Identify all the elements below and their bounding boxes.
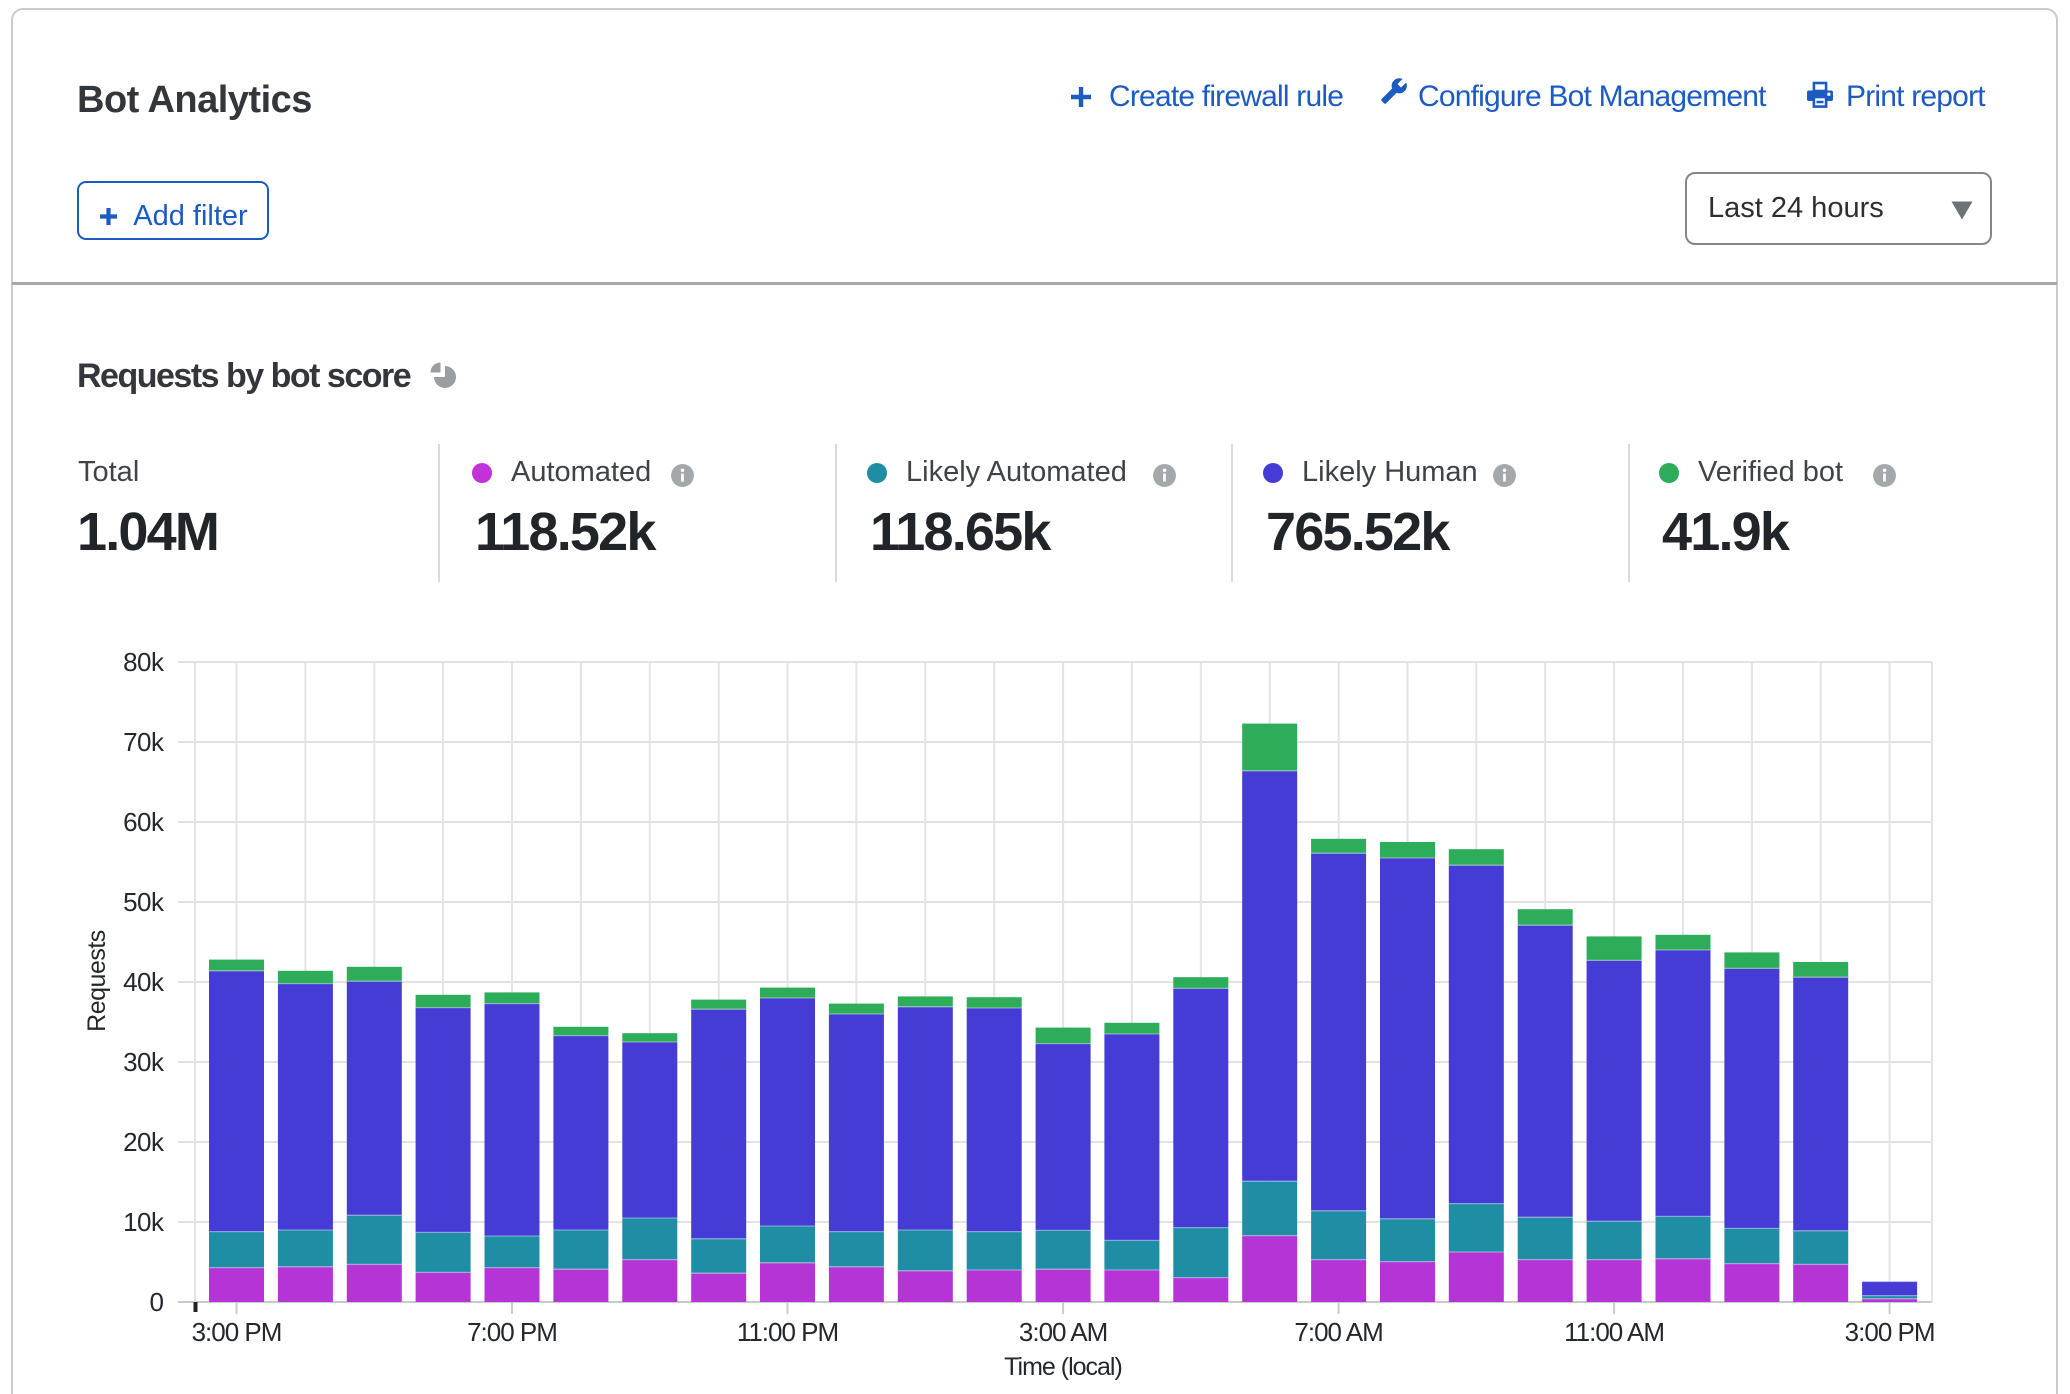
svg-text:11:00 PM: 11:00 PM — [737, 1317, 838, 1347]
svg-text:Time (local): Time (local) — [1004, 1353, 1122, 1381]
svg-text:7:00 PM: 7:00 PM — [467, 1317, 557, 1347]
svg-text:20k: 20k — [123, 1127, 165, 1157]
svg-text:3:00 AM: 3:00 AM — [1019, 1317, 1107, 1347]
svg-text:3:00 PM: 3:00 PM — [192, 1317, 282, 1347]
svg-text:Requests: Requests — [83, 930, 111, 1032]
svg-text:70k: 70k — [123, 727, 165, 757]
svg-text:11:00 AM: 11:00 AM — [1564, 1317, 1664, 1347]
svg-text:50k: 50k — [123, 887, 165, 917]
svg-text:80k: 80k — [123, 647, 165, 677]
svg-text:0: 0 — [150, 1287, 164, 1317]
svg-text:3:00 PM: 3:00 PM — [1845, 1317, 1935, 1347]
svg-text:30k: 30k — [123, 1047, 165, 1077]
svg-text:40k: 40k — [123, 967, 165, 997]
svg-text:7:00 AM: 7:00 AM — [1294, 1317, 1382, 1347]
svg-text:60k: 60k — [123, 807, 165, 837]
svg-text:10k: 10k — [123, 1207, 165, 1237]
